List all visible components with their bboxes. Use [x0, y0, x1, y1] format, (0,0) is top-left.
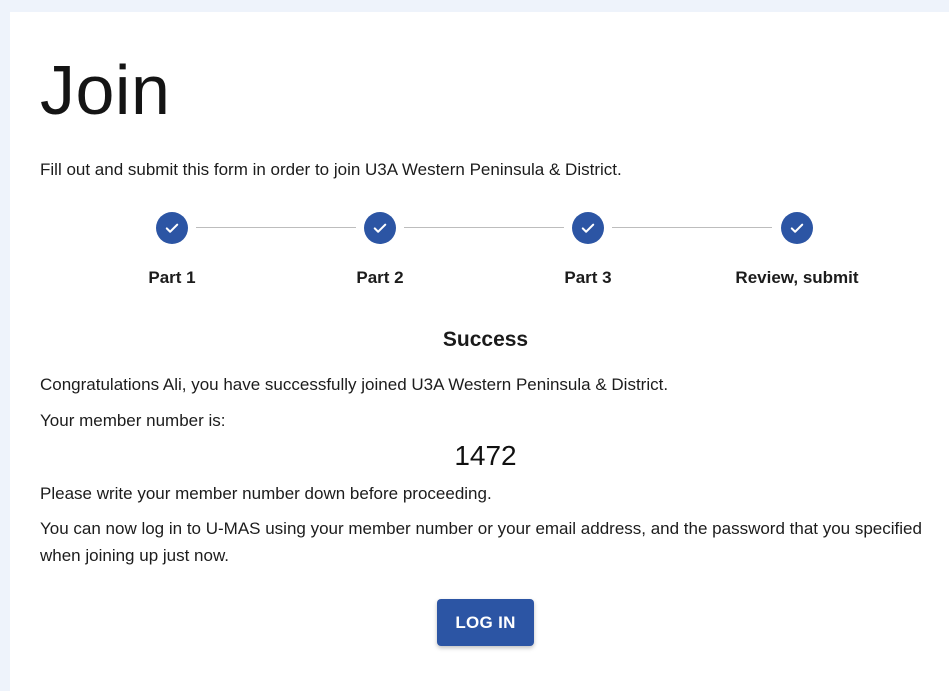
member-number: 1472 [454, 440, 517, 471]
join-card: Join Fill out and submit this form in or… [10, 12, 949, 691]
step-3-label: Part 3 [564, 268, 612, 287]
check-icon [165, 223, 179, 233]
step-connector [404, 227, 564, 228]
member-number-intro: Your member number is: [40, 411, 226, 430]
step-2-complete-indicator [364, 212, 396, 244]
login-instructions: You can now log in to U-MAS using your m… [40, 519, 922, 565]
write-down-notice: Please write your member number down bef… [40, 484, 492, 503]
step-connector [612, 227, 772, 228]
congratulations-text: Congratulations Ali, you have successful… [40, 375, 669, 394]
step-4-label: Review, submit [735, 268, 859, 287]
intro-text: Fill out and submit this form in order t… [40, 160, 622, 179]
step-1-complete-indicator [156, 212, 188, 244]
step-2-label: Part 2 [356, 268, 404, 287]
page-title: Join [40, 51, 171, 129]
log-in-button[interactable]: LOG IN [437, 599, 534, 646]
step-3-complete-indicator [572, 212, 604, 244]
check-icon [373, 223, 387, 233]
progress-stepper: Part 1 Part 2 Part 3 Review, submit [10, 210, 949, 300]
step-1-label: Part 1 [148, 268, 196, 287]
check-icon [581, 223, 595, 233]
step-4-complete-indicator [781, 212, 813, 244]
check-icon [790, 223, 804, 233]
success-heading: Success [442, 328, 529, 351]
step-connector [196, 227, 356, 228]
